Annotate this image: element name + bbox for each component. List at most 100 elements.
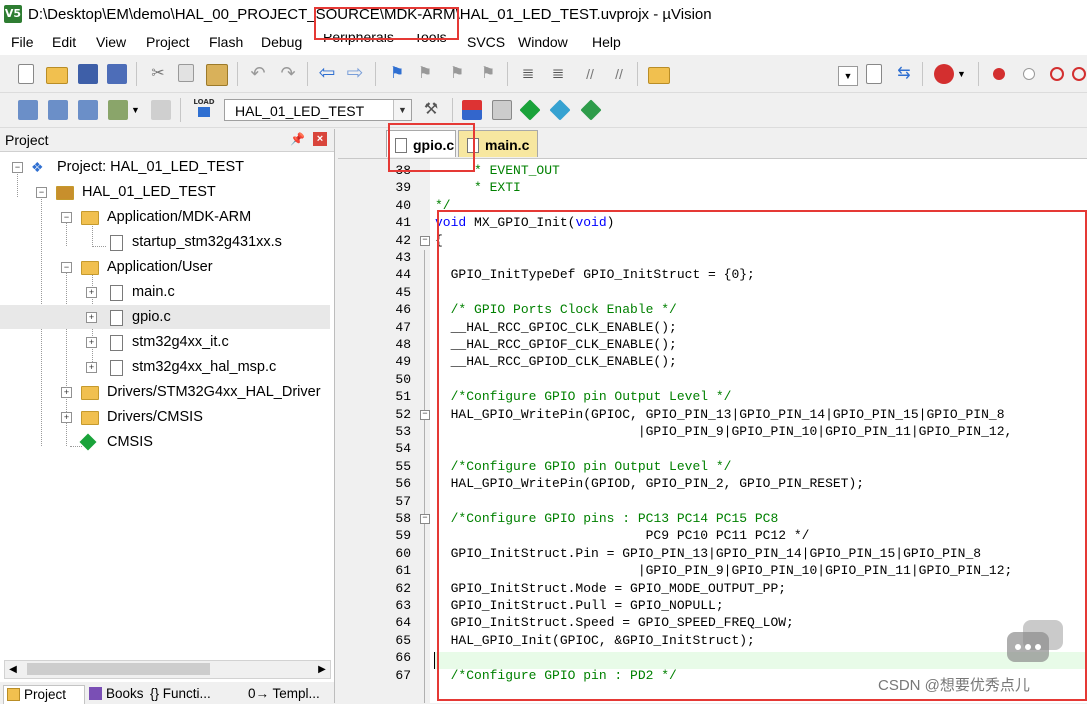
expand-icon[interactable]: + (86, 312, 97, 323)
manage-project-items-icon[interactable] (462, 100, 482, 120)
tree-item-target[interactable]: − HAL_01_LED_TEST (0, 180, 334, 204)
menu-view[interactable]: View (96, 34, 126, 50)
fold-toggle-icon[interactable]: − (420, 235, 430, 246)
batch-build-icon[interactable] (108, 100, 128, 120)
menu-file[interactable]: File (11, 34, 34, 50)
manage-rte-icon[interactable] (580, 99, 602, 121)
expand-icon[interactable]: + (61, 387, 72, 398)
line-number: 48 (395, 337, 411, 352)
insert-bookmark-icon[interactable]: ⚑ (387, 64, 407, 84)
menu-flash[interactable]: Flash (209, 34, 243, 50)
cut-icon[interactable]: ✂ (148, 64, 168, 84)
save-all-icon[interactable] (107, 64, 127, 84)
insert-breakpoint-icon[interactable] (993, 68, 1005, 80)
disable-breakpoints-icon[interactable] (1050, 67, 1064, 81)
navigate-forward-icon[interactable]: ⇨ (345, 63, 365, 84)
toolbar-separator (375, 62, 376, 86)
expand-icon[interactable]: + (86, 337, 97, 348)
fold-toggle-icon[interactable]: − (420, 409, 430, 420)
target-select-value: HAL_01_LED_TEST (235, 103, 365, 119)
redo-icon[interactable]: ↷ (278, 64, 298, 84)
expand-icon[interactable]: + (86, 287, 97, 298)
tree-item-label: Drivers/STM32G4xx_HAL_Driver (107, 384, 321, 400)
target-select[interactable]: HAL_01_LED_TEST ▼ (224, 99, 412, 121)
line-number: 61 (395, 563, 411, 579)
find-combo-dropdown[interactable]: ▼ (838, 66, 858, 86)
incremental-find-icon[interactable] (866, 64, 882, 84)
new-file-icon[interactable] (18, 64, 34, 84)
uncomment-icon[interactable]: // (609, 64, 629, 84)
collapse-icon[interactable]: − (61, 262, 72, 273)
menu-project[interactable]: Project (146, 34, 190, 50)
horizontal-scrollbar[interactable]: ◀ ▶ (4, 660, 331, 679)
tree-item-label: CMSIS (107, 434, 153, 450)
chevron-down-icon[interactable]: ▼ (393, 100, 411, 120)
unindent-icon[interactable]: ≣ (548, 64, 568, 84)
kill-breakpoints-icon[interactable] (1072, 67, 1086, 81)
tree-item-file[interactable]: + stm32g4xx_hal_msp.c (0, 355, 334, 379)
pack-installer-icon[interactable] (549, 99, 571, 121)
menu-help[interactable]: Help (592, 34, 621, 50)
tab-project[interactable]: Project (3, 685, 85, 704)
menu-svcs[interactable]: SVCS (467, 34, 505, 50)
code-line[interactable]: 39 * EXTI (338, 179, 1087, 196)
prev-bookmark-icon[interactable]: ⚑ (415, 64, 435, 84)
scroll-right-icon[interactable]: ▶ (314, 661, 330, 678)
build-icon[interactable] (48, 100, 68, 120)
comment-icon[interactable]: // (580, 64, 600, 84)
tab-templates[interactable]: 0→ Templ... (246, 685, 336, 703)
save-icon[interactable] (78, 64, 98, 84)
tree-item-file-selected[interactable]: + gpio.c (0, 305, 330, 329)
tree-item-rte-cmsis[interactable]: CMSIS (0, 430, 334, 454)
tree-item-file[interactable]: + stm32g4xx_it.c (0, 330, 334, 354)
stop-build-icon[interactable] (151, 100, 171, 120)
file-extensions-icon[interactable] (492, 100, 512, 120)
menu-edit[interactable]: Edit (52, 34, 76, 50)
clear-bookmarks-icon[interactable]: ⚑ (478, 64, 498, 84)
tree-item-group-cmsis[interactable]: + Drivers/CMSIS (0, 405, 334, 429)
open-folder-icon[interactable] (46, 67, 68, 84)
tree-item-file[interactable]: + main.c (0, 280, 334, 304)
indent-icon[interactable]: ≣ (518, 64, 538, 84)
toolbar-separator (637, 62, 638, 86)
next-bookmark-icon[interactable]: ⚑ (447, 64, 467, 84)
find-in-files-icon[interactable] (648, 67, 670, 84)
load-download-icon[interactable]: LOAD (192, 98, 216, 122)
tree-item-group-user[interactable]: − Application/User (0, 255, 334, 279)
select-packs-icon[interactable] (519, 99, 541, 121)
menu-window[interactable]: Window (518, 34, 568, 50)
expand-icon[interactable]: + (61, 412, 72, 423)
collapse-icon[interactable]: − (12, 162, 23, 173)
uvision-app-icon: V5 (4, 5, 22, 23)
collapse-icon[interactable]: − (61, 212, 72, 223)
debug-dropdown-icon[interactable]: ▼ (957, 64, 967, 84)
tree-item-group-hal-driver[interactable]: + Drivers/STM32G4xx_HAL_Driver (0, 380, 334, 404)
close-icon[interactable]: × (313, 132, 327, 146)
enable-breakpoint-icon[interactable] (1023, 68, 1035, 80)
scrollbar-thumb[interactable] (27, 663, 210, 675)
debug-session-icon[interactable] (934, 64, 954, 84)
menu-debug[interactable]: Debug (261, 34, 302, 50)
tree-item-group-mdk-arm[interactable]: − Application/MDK-ARM (0, 205, 334, 229)
options-for-target-icon[interactable]: ⚒ (421, 100, 441, 120)
copy-icon[interactable] (178, 64, 194, 82)
expand-icon[interactable]: + (86, 362, 97, 373)
navigate-back-icon[interactable]: ⇦ (317, 63, 337, 84)
batch-build-dropdown-icon[interactable]: ▼ (131, 100, 141, 120)
tab-functions[interactable]: {} Functi... (148, 685, 258, 703)
find-icon[interactable]: ⇆ (894, 64, 914, 84)
scroll-left-icon[interactable]: ◀ (5, 661, 21, 678)
paste-icon[interactable] (206, 64, 228, 86)
undo-icon[interactable]: ↶ (248, 64, 268, 84)
tree-item-project-root[interactable]: − ❖ Project: HAL_01_LED_TEST (0, 155, 334, 179)
collapse-icon[interactable]: − (36, 187, 47, 198)
build-toolbar: ▼ LOAD HAL_01_LED_TEST ▼ ⚒ (0, 93, 1087, 128)
tree-item-label: Drivers/CMSIS (107, 409, 203, 425)
fold-toggle-icon[interactable]: − (420, 514, 430, 524)
translate-icon[interactable] (18, 100, 38, 120)
tree-item-label: Application/User (107, 259, 213, 275)
pin-icon[interactable]: 📌 (290, 132, 305, 146)
project-panel: Project 📌 × − ❖ Project: HAL_01_LED_TEST… (0, 129, 336, 704)
tree-item-file[interactable]: startup_stm32g431xx.s (0, 230, 334, 254)
rebuild-icon[interactable] (78, 100, 98, 120)
